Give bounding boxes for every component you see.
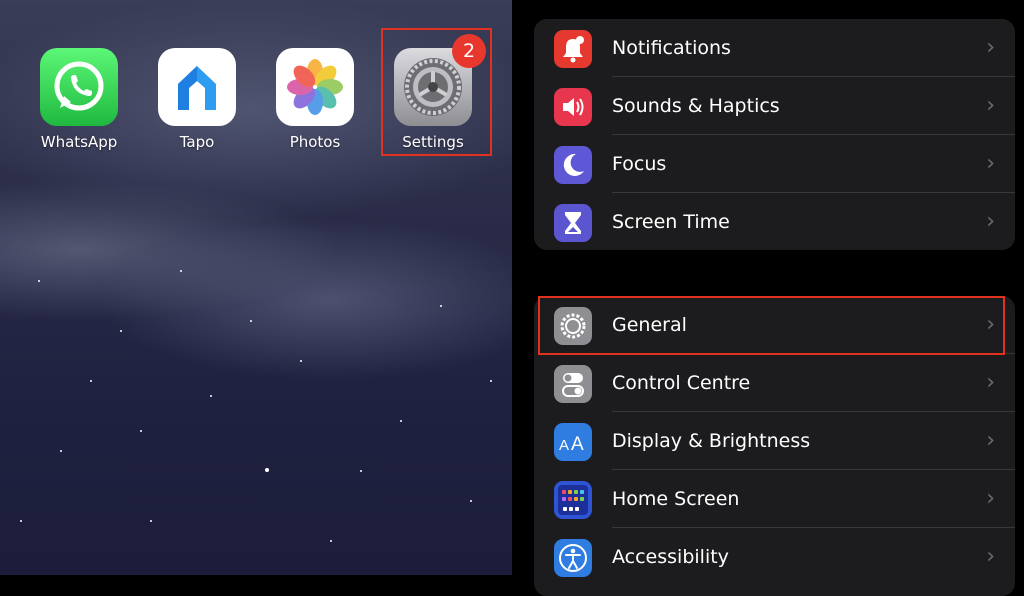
settings-screen: Notifications › Sounds & Haptics › Focus… xyxy=(512,0,1024,596)
general-row-highlight xyxy=(538,296,1005,355)
row-label: Focus xyxy=(612,153,667,175)
star xyxy=(140,430,142,432)
photos-icon xyxy=(276,48,354,126)
row-label: Home Screen xyxy=(612,488,740,510)
svg-text:A: A xyxy=(559,437,569,454)
star xyxy=(120,330,122,332)
star xyxy=(90,380,92,382)
row-label: Control Centre xyxy=(612,372,751,394)
star xyxy=(265,468,269,472)
svg-text:A: A xyxy=(571,434,584,455)
app-label: Tapo xyxy=(179,133,215,151)
chevron-right-icon: › xyxy=(986,93,995,118)
settings-app-highlight xyxy=(381,28,492,156)
accessibility-icon xyxy=(554,539,592,577)
star xyxy=(330,540,332,542)
chevron-right-icon: › xyxy=(986,151,995,176)
star xyxy=(180,270,182,272)
settings-group-1: Notifications › Sounds & Haptics › Focus… xyxy=(534,19,1015,250)
settings-row-focus[interactable]: Focus › xyxy=(534,135,1015,193)
chevron-right-icon: › xyxy=(986,486,995,511)
chevron-right-icon: › xyxy=(986,544,995,569)
star xyxy=(440,305,442,307)
star xyxy=(210,395,212,397)
star xyxy=(360,470,362,472)
row-label: Sounds & Haptics xyxy=(612,95,780,117)
star xyxy=(400,420,402,422)
bell-icon xyxy=(554,30,592,68)
settings-row-notifications[interactable]: Notifications › xyxy=(534,19,1015,77)
speaker-icon xyxy=(554,88,592,126)
settings-row-accessibility[interactable]: Accessibility › xyxy=(534,528,1015,586)
settings-row-sounds[interactable]: Sounds & Haptics › xyxy=(534,77,1015,135)
star xyxy=(300,360,302,362)
app-whatsapp[interactable]: WhatsApp xyxy=(29,48,129,151)
app-tapo[interactable]: Tapo xyxy=(147,48,247,151)
app-photos[interactable]: Photos xyxy=(265,48,365,151)
whatsapp-icon xyxy=(40,48,118,126)
chevron-right-icon: › xyxy=(986,209,995,234)
home-screen: WhatsApp Tapo Photos Settings 2 xyxy=(0,0,512,575)
settings-row-home-screen[interactable]: Home Screen › xyxy=(534,470,1015,528)
tapo-icon xyxy=(158,48,236,126)
moon-icon xyxy=(554,146,592,184)
star xyxy=(60,450,62,452)
row-label: Accessibility xyxy=(612,546,729,568)
settings-row-control-centre[interactable]: Control Centre › xyxy=(534,354,1015,412)
row-label: Display & Brightness xyxy=(612,430,811,452)
star xyxy=(470,500,472,502)
row-label: Notifications xyxy=(612,37,731,59)
star xyxy=(490,380,492,382)
settings-row-display[interactable]: AA Display & Brightness › xyxy=(534,412,1015,470)
app-label: Photos xyxy=(289,133,341,151)
toggles-icon xyxy=(554,365,592,403)
row-label: Screen Time xyxy=(612,211,730,233)
app-grid-icon xyxy=(554,481,592,519)
chevron-right-icon: › xyxy=(986,428,995,453)
chevron-right-icon: › xyxy=(986,35,995,60)
star xyxy=(38,280,40,282)
star xyxy=(20,520,22,522)
star xyxy=(250,320,252,322)
hourglass-icon xyxy=(554,204,592,242)
star xyxy=(150,520,152,522)
app-label: WhatsApp xyxy=(40,133,118,151)
text-size-icon: AA xyxy=(554,423,592,461)
settings-row-screen-time[interactable]: Screen Time › xyxy=(534,193,1015,250)
chevron-right-icon: › xyxy=(986,370,995,395)
